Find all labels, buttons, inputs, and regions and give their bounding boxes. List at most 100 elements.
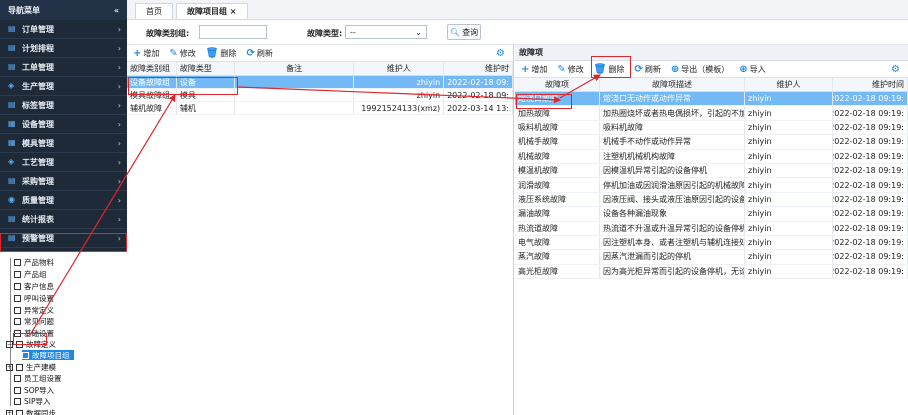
table-row[interactable]: 设备故障组 设备 zhiyin 2022-02-18 09: bbox=[127, 76, 513, 89]
table-row[interactable]: 高光柜故障因为高光柜异常而引起的设备停机，无论是漏水、zhiyin2022-02… bbox=[515, 264, 908, 280]
chevron-right-icon: › bbox=[117, 138, 121, 148]
expand-icon[interactable]: − bbox=[6, 340, 13, 348]
tree-node[interactable]: SIP导入 bbox=[14, 396, 51, 406]
table-cell: 2022-02-18 09:19: bbox=[833, 120, 908, 135]
table-row[interactable]: 漏油故障 设备各种漏油现象 zhiyin 2022-02-18 09:19: bbox=[515, 207, 908, 222]
tree-node[interactable]: + 数据同步 bbox=[6, 408, 56, 415]
tree-node[interactable]: 异常定义 bbox=[14, 305, 54, 315]
table-row[interactable]: 吸料机故障 吸料机故障 zhiyin 2022-02-18 09:19: bbox=[515, 120, 908, 136]
refresh-button[interactable]: ⟳ 刷新 bbox=[246, 48, 272, 59]
expand-icon[interactable]: + bbox=[6, 363, 13, 371]
sidebar-item-10[interactable]: ▤ 统计报表 › bbox=[0, 210, 127, 229]
table-cell bbox=[235, 102, 355, 114]
delete-button[interactable]: 🗑︎ 删除 bbox=[206, 48, 237, 59]
column-header[interactable]: 故障项描述 bbox=[600, 78, 745, 91]
tree-node[interactable]: 产品物料 bbox=[14, 257, 54, 267]
query-button[interactable]: 🔍︎ 查询 bbox=[447, 24, 481, 40]
table-cell: 因注塑机本身、或者注塑机与辅机连接处的电气故 bbox=[600, 235, 745, 250]
column-header[interactable]: 维护时间 bbox=[833, 78, 908, 91]
collapse-icon[interactable]: « bbox=[114, 6, 119, 15]
table-cell: 因为高光柜异常而引起的设备停机，无论是漏水、 bbox=[600, 264, 745, 279]
table-cell: 2022-02-18 09:19: bbox=[833, 149, 908, 163]
sidebar-item-2[interactable]: ▤ 工单管理 › bbox=[0, 58, 127, 77]
tree-node[interactable]: 常见问题 bbox=[14, 316, 54, 326]
type-select[interactable]: -- ⌄ bbox=[345, 25, 427, 39]
table-cell: 2022-02-18 09:19: bbox=[833, 92, 908, 106]
table-row[interactable]: 模具故障组 模具 zhiyin 2022-02-18 09: bbox=[127, 89, 513, 102]
right-refresh-button[interactable]: ⟳ 刷新 bbox=[634, 64, 660, 75]
column-header[interactable]: 维护时 bbox=[444, 62, 513, 75]
sidebar-item-8[interactable]: ▤ 采购管理 › bbox=[0, 172, 127, 191]
column-header[interactable]: 维护人 bbox=[745, 78, 833, 91]
table-row[interactable]: 电气故障因注塑机本身、或者注塑机与辅机连接处的电气故zhiyin2022-02-… bbox=[515, 235, 908, 251]
node-icon bbox=[14, 258, 21, 266]
table-cell: zhiyin bbox=[745, 135, 833, 149]
expand-icon[interactable]: + bbox=[6, 409, 13, 415]
node-icon bbox=[14, 270, 21, 278]
node-icon bbox=[14, 306, 21, 314]
group-input[interactable] bbox=[199, 25, 267, 39]
sidebar-item-label: 采购管理 bbox=[22, 176, 54, 186]
add-button[interactable]: + 增加 bbox=[133, 48, 159, 59]
gear-icon[interactable]: ⚙ bbox=[891, 64, 900, 75]
node-icon bbox=[16, 409, 23, 415]
table-row[interactable]: 润滑故障停机加油或因润滑油原因引起的机械故障停机zhiyin2022-02-18… bbox=[515, 178, 908, 193]
edit-button[interactable]: ✎ 修改 bbox=[169, 48, 195, 59]
column-header[interactable]: 故障类别组 bbox=[127, 62, 177, 75]
tab-bar: 首页 故障项目组 × bbox=[127, 0, 908, 20]
tree-node[interactable]: 呼叫设置 bbox=[14, 293, 54, 303]
table-row[interactable]: 机械故障 注塑机机械机构故障 zhiyin 2022-02-18 09:19: bbox=[515, 149, 908, 164]
node-icon bbox=[22, 351, 29, 359]
right-add-button[interactable]: + 增加 bbox=[521, 64, 547, 75]
column-header[interactable]: 备注 bbox=[235, 62, 355, 75]
table-cell: zhiyin bbox=[745, 120, 833, 135]
sidebar-item-9[interactable]: ◉ 质量管理 › bbox=[0, 191, 127, 210]
table-row[interactable]: 加热故障加热圈烧坏或者热电偶损坏，引起的不加热或者温zhiyin2022-02-… bbox=[515, 106, 908, 121]
table-cell: 注塑机机械机构故障 bbox=[600, 149, 745, 163]
table-cell: 模温机故障 bbox=[515, 163, 600, 178]
tree-node[interactable]: + 生产建模 bbox=[6, 362, 56, 372]
right-edit-button[interactable]: ✎ 修改 bbox=[557, 64, 583, 75]
device-icon: ▦ bbox=[8, 119, 16, 128]
table-row[interactable]: 熔浇口故障 熔浇口无动作或动作异常 zhiyin 2022-02-18 09:19: bbox=[515, 92, 908, 107]
column-header[interactable]: 维护人 bbox=[354, 62, 445, 75]
sidebar-item-label: 计划排程 bbox=[22, 43, 54, 53]
table-row[interactable]: 模温机故障 因模温机异常引起的设备停机 zhiyin 2022-02-18 09:19… bbox=[515, 163, 908, 179]
tree-node[interactable]: 故障项目组 bbox=[22, 350, 74, 360]
table-row[interactable]: 热流道故障 热流道不升温或升温异常引起的设备停机 zhiyin 2022-02-18 … bbox=[515, 221, 908, 236]
table-row[interactable]: 蒸汽故障 因蒸汽泄漏而引起的停机 zhiyin 2022-02-18 09:19: bbox=[515, 250, 908, 265]
export-icon: ⊕ bbox=[670, 63, 680, 75]
import-button[interactable]: ⊕ 导入 bbox=[739, 64, 765, 75]
tree-node[interactable]: 员工组设置 bbox=[14, 373, 62, 383]
left-toolbar: + 增加 ✎ 修改 🗑︎ 删除 ⟳ 刷新 ⚙ bbox=[127, 45, 513, 62]
tree-node[interactable]: 基础设置 bbox=[14, 328, 54, 338]
sidebar-item-6[interactable]: ▦ 模具管理 › bbox=[0, 134, 127, 153]
sidebar-item-7[interactable]: ◈ 工艺管理 › bbox=[0, 153, 127, 172]
table-cell: 模具故障组 bbox=[127, 89, 177, 101]
node-icon bbox=[14, 282, 21, 290]
table-row[interactable]: 辅机故障 辅机 19921524133(xmz) 2022-03-14 13: bbox=[127, 102, 513, 115]
column-header[interactable]: 故障项 bbox=[515, 78, 600, 91]
right-delete-button[interactable]: 🗑︎ 删除 bbox=[594, 64, 625, 75]
tree-node[interactable]: 产品组 bbox=[14, 269, 47, 279]
tab-fault-group[interactable]: 故障项目组 × bbox=[176, 3, 248, 19]
sidebar-item-1[interactable]: ▤ 计划排程 › bbox=[0, 39, 127, 58]
table-row[interactable]: 液压系统故障因液压阀、接头或液压油原因引起的设备异常zhiyin2022-02-… bbox=[515, 192, 908, 208]
export-button[interactable]: ⊕ 导出（模板） bbox=[671, 64, 729, 75]
table-row[interactable]: 机械手故障 机械手不动作或动作异常 zhiyin 2022-02-18 09:19: bbox=[515, 135, 908, 150]
sidebar-item-11[interactable]: ▤ 预警管理 › bbox=[0, 229, 127, 248]
tree-node[interactable]: 客户信息 bbox=[14, 281, 54, 291]
sidebar-item-5[interactable]: ▦ 设备管理 › bbox=[0, 115, 127, 134]
tab-home[interactable]: 首页 bbox=[135, 3, 173, 19]
tree-node[interactable]: − 故障定义 bbox=[6, 339, 56, 349]
sidebar-item-0[interactable]: ▤ 订单管理 › bbox=[0, 20, 127, 39]
tree-node[interactable]: SOP导入 bbox=[14, 385, 54, 395]
sidebar-header: 导航菜单 « bbox=[0, 0, 127, 20]
sidebar-item-3[interactable]: ◈ 生产管理 › bbox=[0, 77, 127, 96]
refresh-icon: ⟳ bbox=[634, 63, 643, 75]
production-icon: ◈ bbox=[8, 81, 15, 90]
gear-icon[interactable]: ⚙ bbox=[496, 48, 505, 59]
table-cell: 2022-02-18 09:19: bbox=[833, 221, 908, 235]
sidebar-item-4[interactable]: ▤ 标签管理 › bbox=[0, 96, 127, 115]
column-header[interactable]: 故障类型 bbox=[177, 62, 235, 75]
